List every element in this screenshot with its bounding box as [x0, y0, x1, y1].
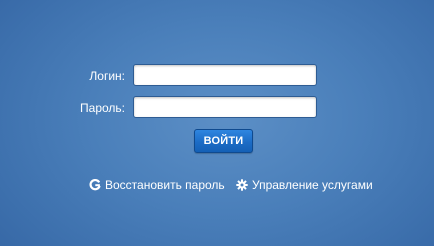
restore-password-link[interactable]: Восстановить пароль [89, 177, 225, 193]
login-input[interactable] [133, 64, 317, 86]
password-label: Пароль: [80, 101, 125, 115]
login-button[interactable]: ВОЙТИ [194, 129, 253, 153]
refresh-g-icon [89, 179, 101, 191]
password-input[interactable] [133, 96, 317, 118]
login-row: Логин: [0, 64, 434, 88]
login-page: Логин: Пароль: ВОЙТИ Восстановить пароль [0, 0, 434, 246]
restore-password-label: Восстановить пароль [105, 178, 225, 192]
manage-services-link[interactable]: Управление услугами [236, 177, 373, 193]
login-label: Логин: [89, 69, 125, 83]
manage-services-label: Управление услугами [252, 178, 373, 192]
gear-icon [236, 179, 248, 191]
password-row: Пароль: [0, 96, 434, 120]
